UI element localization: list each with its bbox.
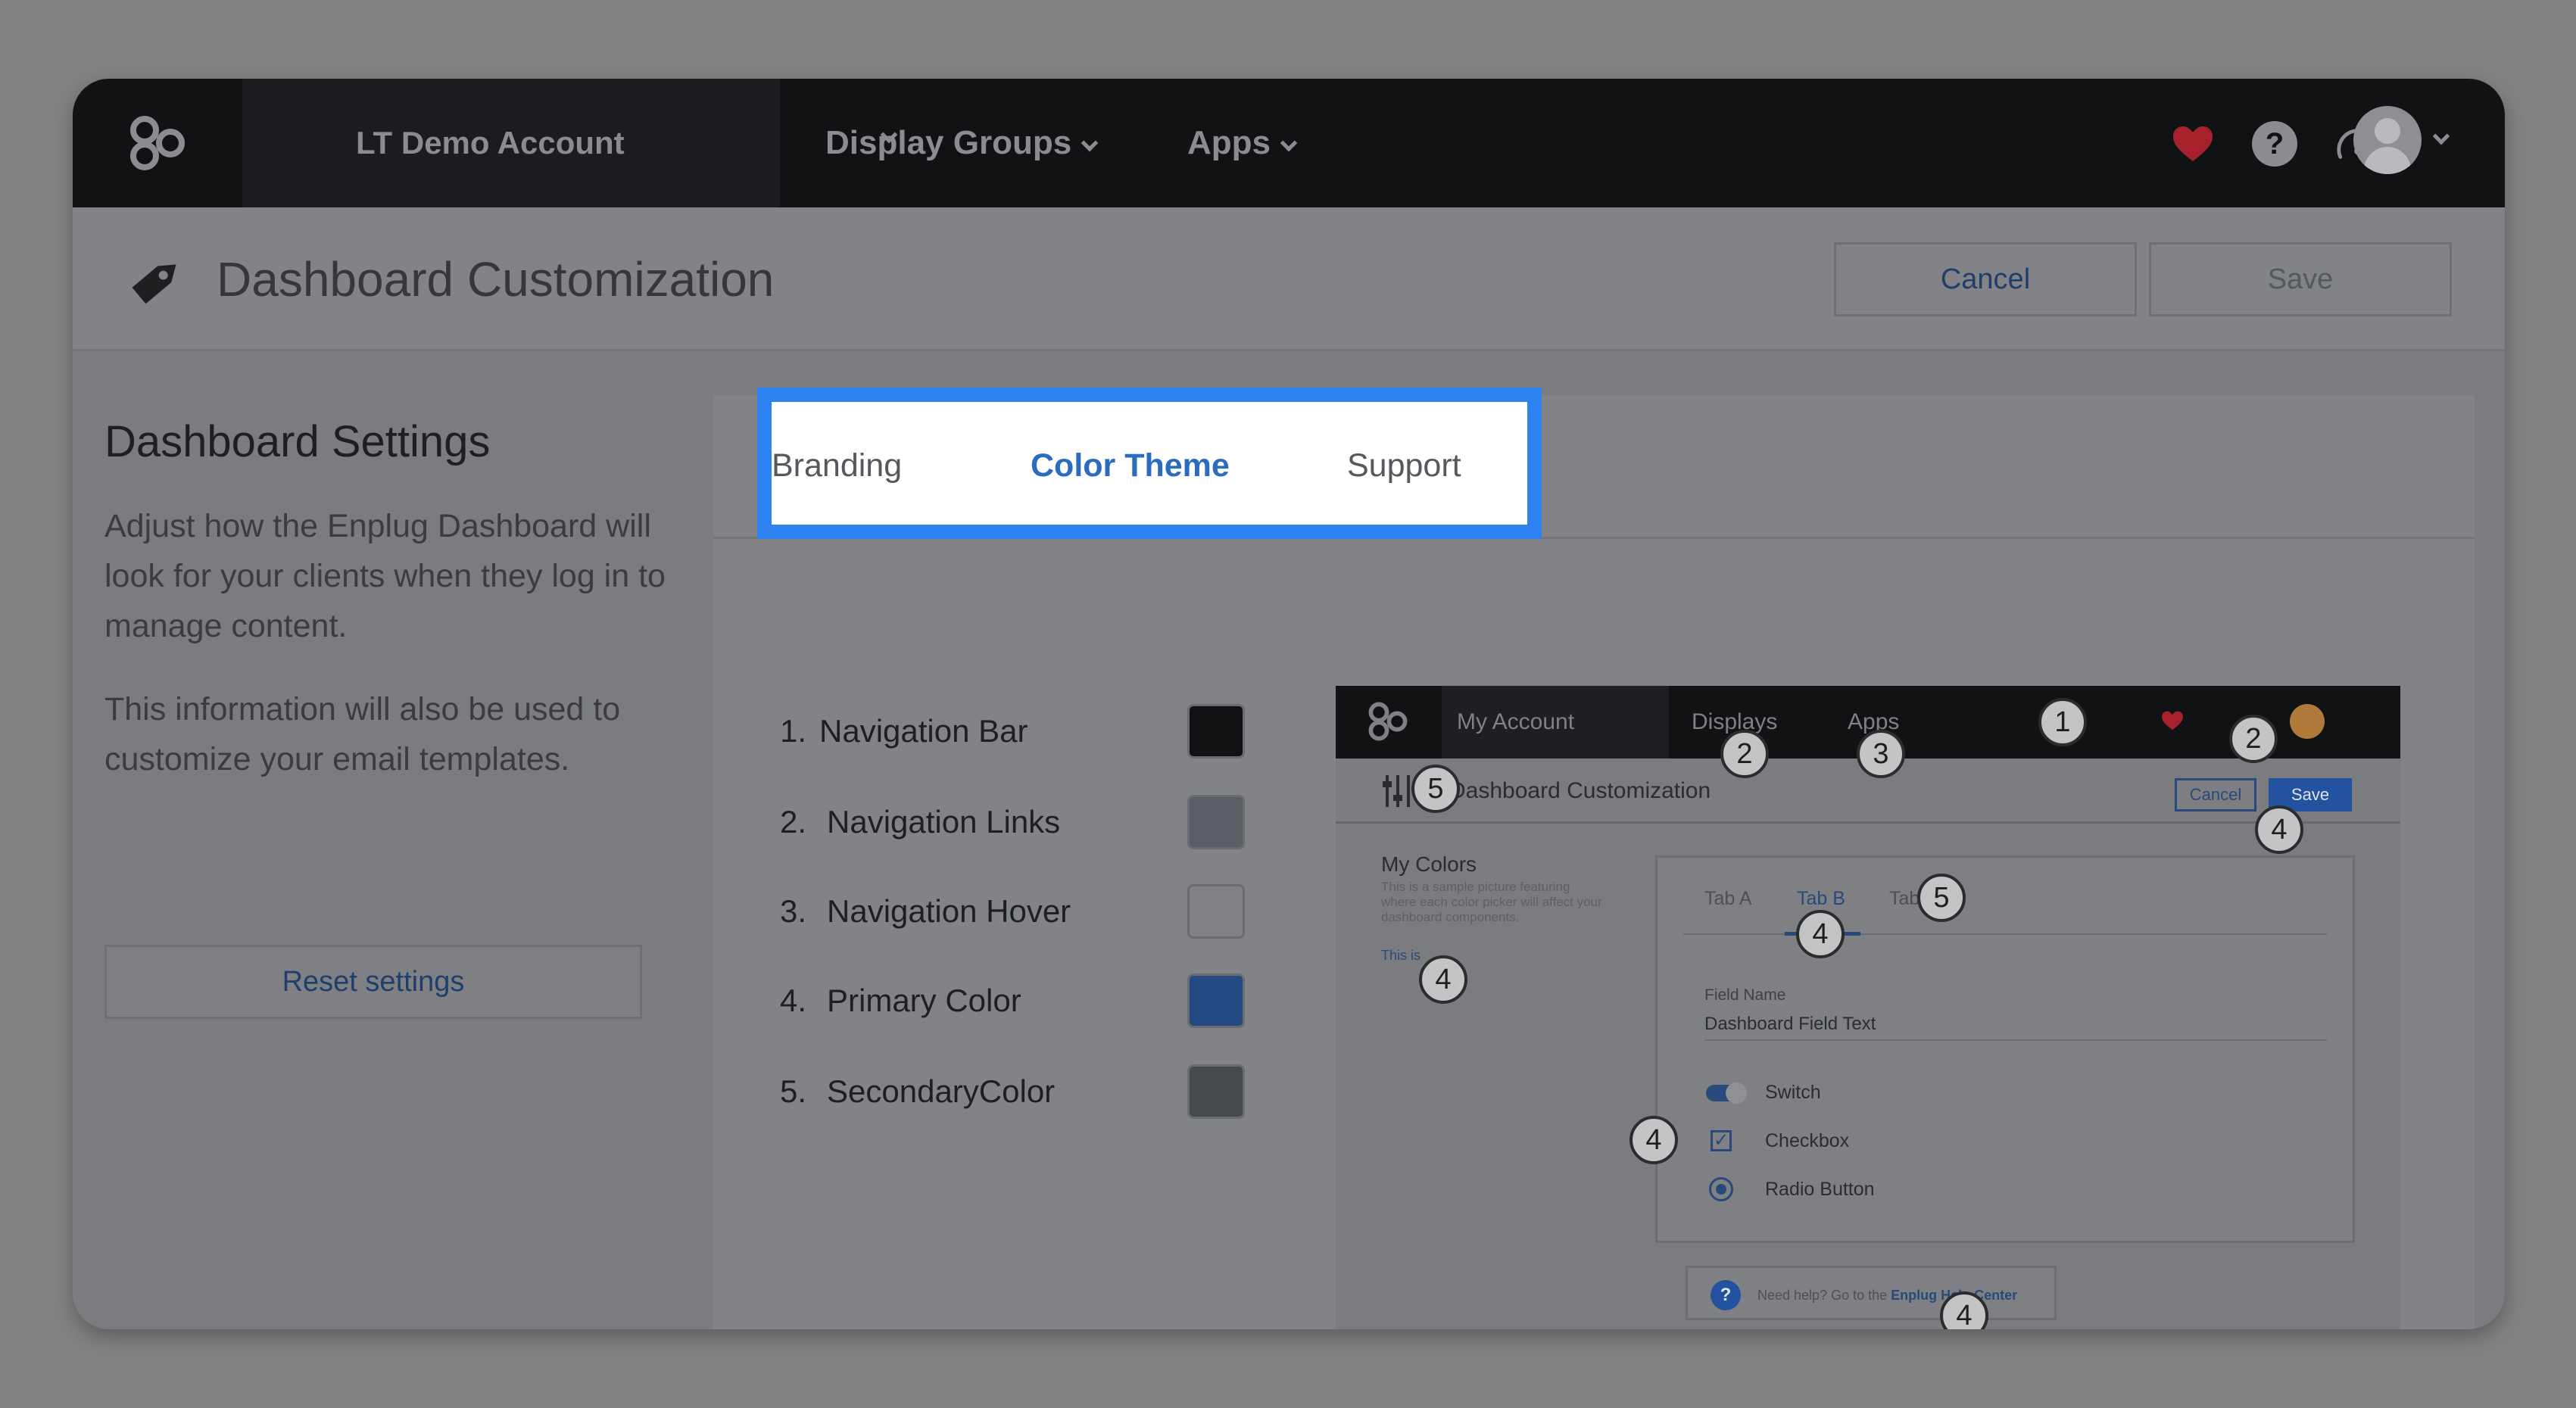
annotation-badge: 2 bbox=[2229, 715, 2278, 763]
preview-card: Tab A Tab B Tab C Field Name Dashboard F… bbox=[1655, 855, 2355, 1243]
preview-field-underline bbox=[1704, 1039, 2327, 1041]
account-name: LT Demo Account bbox=[356, 125, 625, 160]
annotation-badge: 4 bbox=[1419, 955, 1467, 1004]
preview-avatar-icon bbox=[2290, 704, 2325, 739]
heart-icon[interactable] bbox=[2170, 121, 2216, 167]
cancel-button[interactable]: Cancel bbox=[1834, 242, 2137, 316]
nav-apps-label: Apps bbox=[1187, 124, 1271, 161]
settings-desc-2: This information will also be used to cu… bbox=[104, 691, 621, 777]
color-swatch-navigation-bar[interactable] bbox=[1187, 704, 1245, 759]
color-option-label: Navigation Links bbox=[827, 804, 1061, 840]
preview-tab-a: Tab A bbox=[1704, 888, 1752, 909]
help-icon[interactable]: ? bbox=[2252, 121, 2297, 167]
preview-radio: Radio Button bbox=[1704, 1174, 2007, 1204]
avatar-icon[interactable] bbox=[2353, 106, 2422, 174]
color-swatch-navigation-hover[interactable] bbox=[1187, 884, 1245, 939]
enplug-logo-icon[interactable] bbox=[73, 79, 242, 207]
color-option-navigation-links: 2. Navigation Links bbox=[780, 792, 1245, 852]
preview-description: This is a sample picture featuring where… bbox=[1381, 880, 1602, 924]
preview-checkbox-box: ✓ bbox=[1711, 1130, 1732, 1151]
tab-support[interactable]: Support bbox=[1347, 447, 1461, 484]
preview-field-value: Dashboard Field Text bbox=[1704, 1014, 1876, 1034]
preview-help-text-prefix: Need help? Go to the bbox=[1757, 1288, 1891, 1303]
preview-link: This is bbox=[1381, 948, 1421, 963]
preview-heart-icon bbox=[2161, 710, 2184, 735]
preview-radio-label: Radio Button bbox=[1765, 1179, 1875, 1200]
color-swatch-primary-color[interactable] bbox=[1187, 973, 1245, 1028]
annotation-badge: 4 bbox=[2255, 805, 2303, 854]
annotation-badge: 1 bbox=[2038, 698, 2087, 746]
annotation-badge: 5 bbox=[1411, 765, 1460, 813]
save-button[interactable]: Save bbox=[2149, 242, 2452, 316]
tab-branding[interactable]: Branding bbox=[772, 447, 902, 484]
page-title: Dashboard Customization bbox=[217, 252, 775, 307]
settings-description: Adjust how the Enplug Dashboard will loo… bbox=[104, 501, 680, 818]
annotation-badge: 4 bbox=[1629, 1116, 1678, 1164]
preview-help-box: ? Need help? Go to the Enplug Help Cente… bbox=[1686, 1266, 2057, 1320]
preview-my-colors: My Colors bbox=[1381, 852, 1477, 876]
app-window: LT Demo Account Display Groups Apps ? Da… bbox=[73, 79, 2505, 1329]
color-option-primary-color: 4. Primary Color bbox=[780, 970, 1245, 1031]
chevron-down-icon[interactable] bbox=[2432, 127, 2450, 145]
color-option-number: 1. bbox=[780, 713, 807, 749]
color-option-secondary-color: 5. SecondaryColor bbox=[780, 1061, 1245, 1122]
color-swatch-secondary-color[interactable] bbox=[1187, 1064, 1245, 1119]
theme-preview: My Account Displays Apps Dashboard Custo… bbox=[1336, 686, 2400, 1329]
account-selector[interactable]: LT Demo Account bbox=[242, 79, 898, 207]
preview-sliders-icon bbox=[1383, 774, 1413, 812]
color-option-label: Navigation Bar bbox=[819, 713, 1028, 749]
preview-switch-label: Switch bbox=[1765, 1082, 1821, 1103]
customization-panel: Branding Color Theme Support 1. Navigati… bbox=[713, 388, 2475, 1329]
page-header: Dashboard Customization Cancel Save bbox=[73, 207, 2505, 351]
tabs-highlight-box: Branding Color Theme Support bbox=[757, 388, 1542, 539]
preview-logo-icon bbox=[1366, 699, 1410, 747]
preview-switch: Switch bbox=[1704, 1077, 2007, 1107]
preview-radio-circle bbox=[1709, 1177, 1733, 1201]
preview-tab-b: Tab B bbox=[1797, 888, 1845, 909]
annotation-badge: 5 bbox=[1917, 874, 1966, 922]
color-option-number: 2. bbox=[780, 804, 807, 840]
nav-display-groups[interactable]: Display Groups bbox=[825, 79, 1099, 207]
reset-settings-button[interactable]: Reset settings bbox=[104, 945, 642, 1019]
preview-checkbox: ✓ Checkbox bbox=[1704, 1126, 2007, 1156]
nav-apps[interactable]: Apps bbox=[1187, 79, 1298, 207]
color-option-number: 5. bbox=[780, 1073, 807, 1109]
preview-account: My Account bbox=[1442, 686, 1669, 759]
nav-display-groups-label: Display Groups bbox=[825, 124, 1072, 161]
color-option-label: Navigation Hover bbox=[827, 893, 1071, 929]
color-swatch-navigation-links[interactable] bbox=[1187, 795, 1245, 849]
chevron-down-icon bbox=[1081, 134, 1099, 152]
preview-switch-toggle bbox=[1706, 1082, 1747, 1104]
settings-desc-1: Adjust how the Enplug Dashboard will loo… bbox=[104, 508, 666, 644]
preview-tab-divider bbox=[1683, 933, 2327, 935]
annotation-badge: 3 bbox=[1857, 730, 1905, 778]
chevron-down-icon bbox=[1280, 134, 1298, 152]
annotation-badge: 4 bbox=[1796, 910, 1845, 958]
tabs-bar: Branding Color Theme Support bbox=[713, 388, 2475, 539]
settings-title: Dashboard Settings bbox=[104, 417, 491, 466]
color-option-navigation-bar: 1. Navigation Bar bbox=[780, 701, 1245, 762]
annotation-badge: 2 bbox=[1720, 730, 1769, 778]
preview-title: Dashboard Customization bbox=[1449, 778, 1711, 803]
color-option-label: SecondaryColor bbox=[827, 1073, 1056, 1109]
tab-color-theme[interactable]: Color Theme bbox=[1031, 447, 1230, 484]
color-option-number: 3. bbox=[780, 893, 807, 929]
color-option-number: 4. bbox=[780, 983, 807, 1018]
preview-checkbox-label: Checkbox bbox=[1765, 1130, 1850, 1151]
top-nav-bar: LT Demo Account Display Groups Apps ? bbox=[73, 79, 2505, 207]
preview-help-icon: ? bbox=[1711, 1280, 1741, 1310]
color-option-navigation-hover: 3. Navigation Hover bbox=[780, 881, 1245, 942]
preview-cancel-button: Cancel bbox=[2175, 778, 2256, 811]
tag-icon bbox=[127, 250, 188, 310]
preview-field-label: Field Name bbox=[1704, 986, 1786, 1004]
color-option-label: Primary Color bbox=[827, 983, 1021, 1018]
